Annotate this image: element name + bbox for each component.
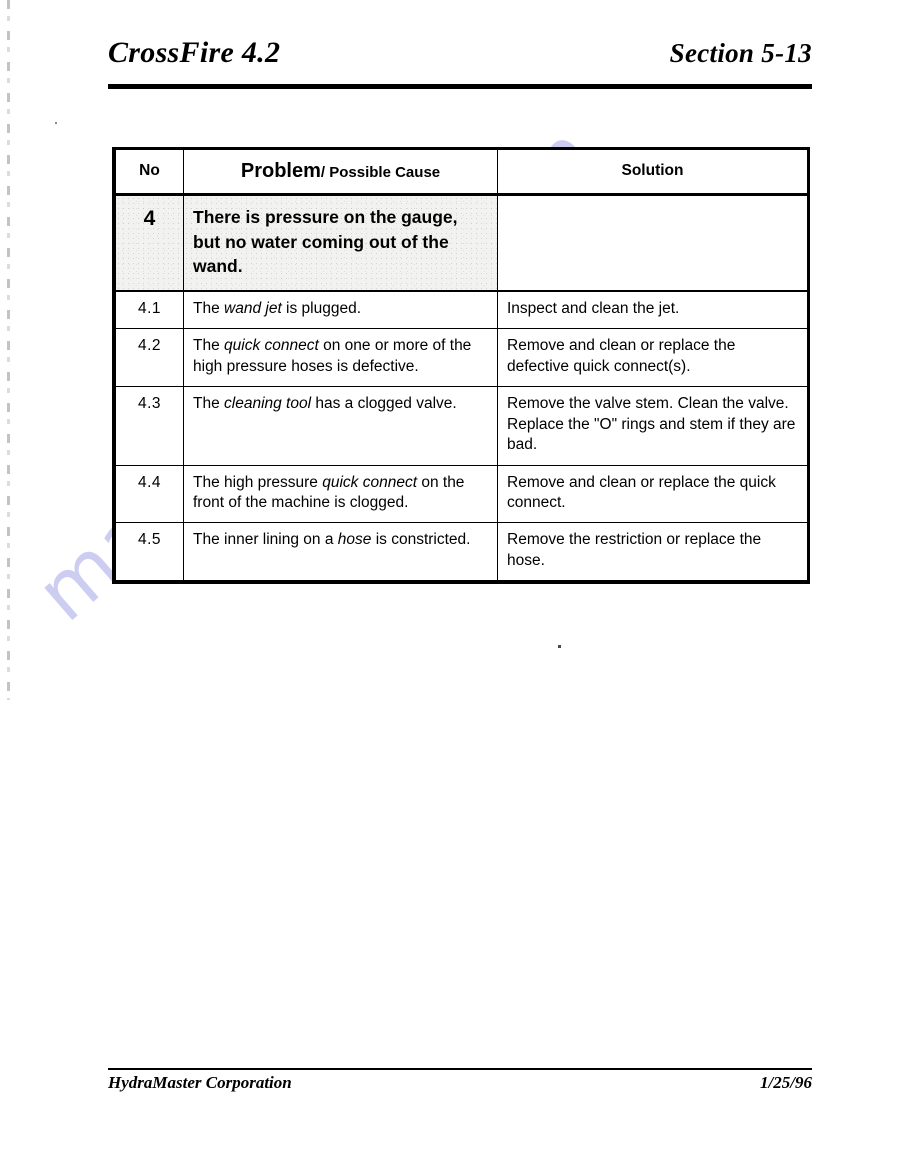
problem-text: The: [193, 299, 225, 317]
problem-text: There is pressure on the gauge, but no w…: [193, 207, 458, 276]
emphasis-term: wand jet: [224, 299, 282, 317]
column-header-problem-main: Problem: [240, 160, 321, 182]
cell-number: 4.4: [115, 464, 184, 524]
table-row: 4.3 The cleaning tool has a clogged valve…: [115, 386, 808, 466]
cell-problem: There is pressure on the gauge, but no w…: [183, 194, 498, 292]
company-name: HydraMaster Corporation: [108, 1073, 292, 1092]
cell-number: 4: [115, 194, 184, 292]
page-header: CrossFire 4.2 Section 5-13: [108, 36, 812, 70]
cell-solution: Remove the restriction or replace the ho…: [497, 522, 808, 582]
cell-number: 4.1: [115, 290, 184, 330]
problem-text: has a clogged valve.: [311, 395, 457, 413]
cell-problem: The inner lining on a hose is constricte…: [183, 522, 498, 582]
cell-solution: Remove the valve stem. Clean the valve. …: [497, 386, 808, 466]
section-label: Section 5-13: [669, 38, 812, 68]
table-body: 4 There is pressure on the gauge, but no …: [115, 194, 808, 582]
cell-solution: Remove and clean or replace the defectiv…: [497, 328, 808, 388]
column-header-problem: Problem/ Possible Cause: [183, 150, 498, 197]
cell-solution: [497, 194, 808, 292]
footer-rule: [108, 1068, 812, 1070]
emphasis-term: quick connect: [322, 473, 418, 491]
problem-text: The: [193, 395, 225, 413]
stray-speck: [558, 645, 561, 648]
revision-date: 1/25/96: [760, 1073, 812, 1092]
page-footer: HydraMaster Corporation 1/25/96: [108, 1073, 812, 1093]
cell-solution: Inspect and clean the jet.: [497, 290, 808, 330]
emphasis-term: cleaning tool: [224, 395, 312, 413]
header-rule: [108, 84, 812, 89]
troubleshooting-table: No Problem/ Possible Cause Solution 4 The…: [115, 150, 808, 582]
problem-text: The: [193, 337, 225, 355]
column-header-solution: Solution: [497, 150, 808, 197]
cell-problem: The wand jet is plugged.: [183, 290, 498, 330]
document-page: CrossFire 4.2 Section 5-13 manualshive.c…: [0, 0, 912, 1154]
table-header-row: No Problem/ Possible Cause Solution: [115, 150, 808, 197]
cell-number: 4.5: [115, 522, 184, 582]
scan-edge-artifact: [7, 0, 10, 700]
table-row: 4 There is pressure on the gauge, but no …: [115, 194, 808, 292]
table-row: 4.2 The quick connect on one or more of t…: [115, 328, 808, 388]
problem-text: The inner lining on a: [193, 531, 338, 549]
cell-problem: The cleaning tool has a clogged valve.: [183, 386, 498, 466]
cell-number: 4.2: [115, 328, 184, 388]
problem-text: is plugged.: [281, 299, 362, 317]
column-header-no: No: [115, 150, 184, 197]
emphasis-term: quick connect: [224, 337, 319, 355]
column-header-problem-sub: / Possible Cause: [320, 164, 441, 181]
cell-number: 4.3: [115, 386, 184, 466]
cell-problem: The high pressure quick connect on the f…: [183, 464, 498, 524]
emphasis-term: hose: [337, 531, 372, 549]
scan-speck: [55, 122, 57, 124]
table-row: 4.1 The wand jet is plugged. Inspect and c…: [115, 290, 808, 330]
manual-title: CrossFire 4.2: [108, 36, 281, 69]
cell-solution: Remove and clean or replace the quick co…: [497, 464, 808, 524]
troubleshooting-table-wrapper: No Problem/ Possible Cause Solution 4 The…: [112, 147, 810, 585]
problem-text: is constricted.: [371, 531, 471, 549]
table-row: 4.5 The inner lining on a hose is constri…: [115, 522, 808, 582]
table-row: 4.4 The high pressure quick connect on th…: [115, 464, 808, 524]
cell-problem: The quick connect on one or more of the …: [183, 328, 498, 388]
problem-text: The high pressure: [193, 473, 323, 491]
